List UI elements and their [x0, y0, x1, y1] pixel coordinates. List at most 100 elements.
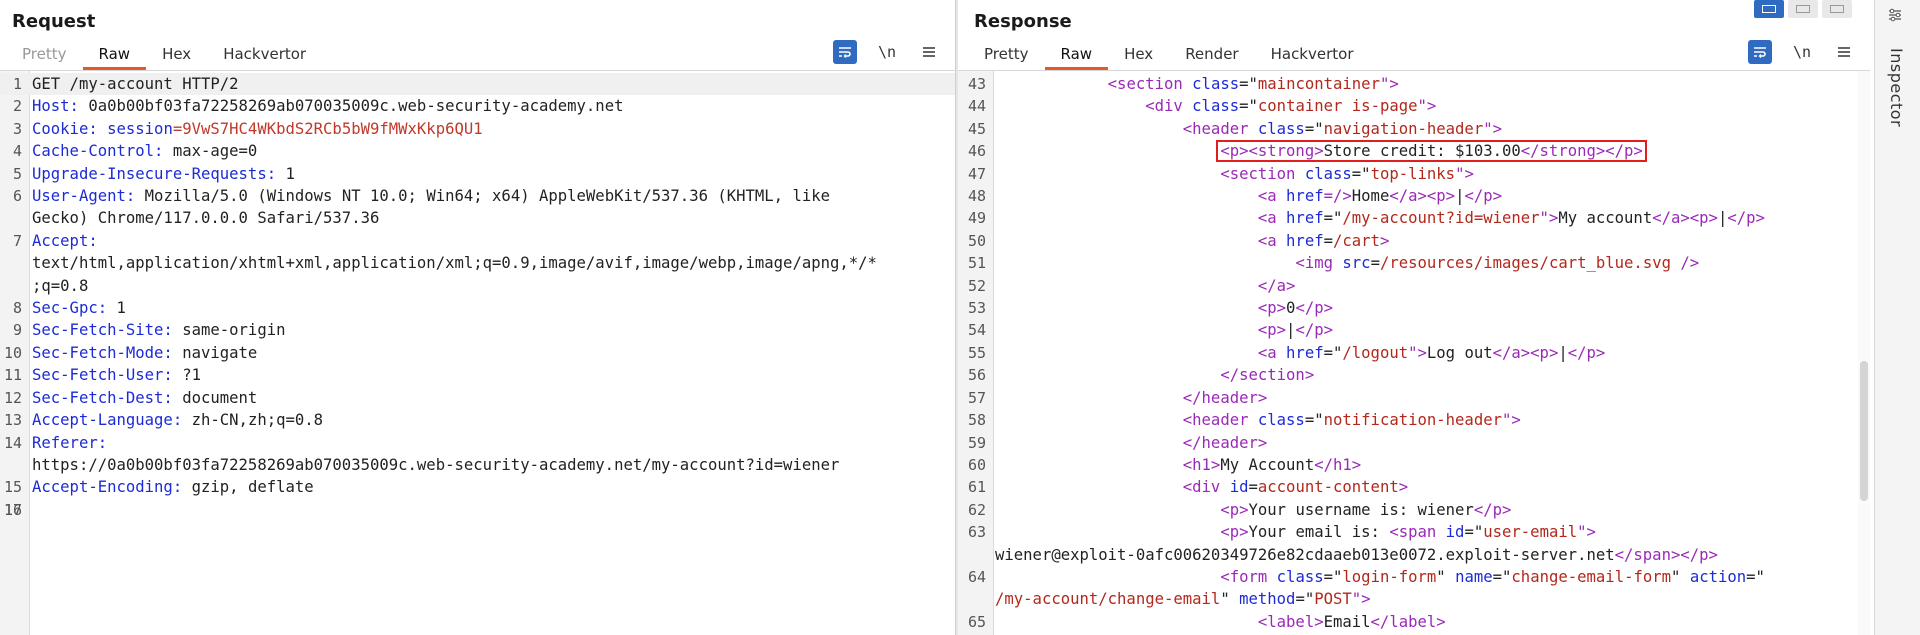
code-token: </p>	[1727, 209, 1765, 228]
line-number: 10	[3, 343, 22, 362]
code-token: class	[1276, 567, 1324, 586]
sliders-icon[interactable]	[1887, 8, 1903, 26]
tab-hackvertor[interactable]: Hackvertor	[207, 40, 322, 70]
code-line[interactable]: 51 <img src=/resources/images/cart_blue.…	[958, 252, 1870, 274]
response-editor[interactable]: 43 <section class="maincontainer"> 44 <di…	[958, 70, 1870, 635]
wrap-icon[interactable]	[833, 40, 857, 64]
single-pane-icon[interactable]	[1822, 0, 1852, 18]
code-line[interactable]: 8 Sec-Gpc: 1	[0, 297, 955, 319]
tab-pretty[interactable]: Pretty	[968, 40, 1045, 70]
split-vertical-icon[interactable]	[1788, 0, 1818, 18]
code-token: <a	[1257, 343, 1287, 362]
wrap-icon[interactable]	[1748, 40, 1772, 64]
split-horizontal-icon[interactable]	[1754, 0, 1784, 18]
code-line[interactable]: 56 </section>	[958, 364, 1870, 386]
code-text: Cookie: session=9VwS7HC4WKbdS2RCb5bW9fMW…	[0, 118, 955, 140]
code-token: container is-page	[1257, 97, 1418, 116]
code-line[interactable]: https://0a0b00bf03fa72258269ab070035009c…	[0, 454, 955, 476]
code-token: Your email is:	[1248, 523, 1390, 542]
code-token: change-email-form	[1511, 567, 1672, 586]
newline-icon[interactable]: \n	[875, 40, 899, 64]
tab-render[interactable]: Render	[1169, 40, 1254, 70]
code-line[interactable]: wiener@exploit-0afc00620349726e82cdaaeb0…	[958, 544, 1870, 566]
code-line[interactable]: 47 <section class="top-links">	[958, 163, 1870, 185]
code-line[interactable]: 50 <a href=/cart>	[958, 230, 1870, 252]
tab-pretty[interactable]: Pretty	[6, 40, 83, 70]
code-line[interactable]: text/html,application/xhtml+xml,applicat…	[0, 252, 955, 274]
code-token: User-Agent:	[32, 187, 145, 206]
code-line[interactable]: 2 Host: 0a0b00bf03fa72258269ab070035009c.…	[0, 95, 955, 117]
code-line[interactable]: 57 </header>	[958, 387, 1870, 409]
menu-icon[interactable]	[917, 40, 941, 64]
code-token: |	[1558, 343, 1568, 362]
code-line[interactable]: 11 Sec-Fetch-User: ?1	[0, 364, 955, 386]
code-line[interactable]: Gecko) Chrome/117.0.0.0 Safari/537.36	[0, 207, 955, 229]
line-number: 46	[967, 142, 986, 161]
code-token: Cache-Control:	[32, 142, 173, 161]
code-text: Sec-Fetch-Site: same-origin	[0, 319, 955, 341]
code-token: "	[1220, 590, 1240, 609]
code-line[interactable]: 48 <a href=/>Home</a><p>|</p>	[958, 185, 1870, 207]
code-token: <h1>	[1182, 455, 1221, 474]
code-line[interactable]: 54 <p>|</p>	[958, 319, 1870, 341]
code-line[interactable]: 10 Sec-Fetch-Mode: navigate	[0, 342, 955, 364]
code-token: ?1	[182, 366, 201, 385]
code-line[interactable]: 52 </a>	[958, 275, 1870, 297]
code-line[interactable]: 1 GET /my-account HTTP/2	[0, 73, 955, 96]
code-line[interactable]: 65 <label>Email</label>	[958, 611, 1870, 633]
inspector-label[interactable]: Inspector	[1887, 48, 1906, 127]
code-text: https://0a0b00bf03fa72258269ab070035009c…	[0, 454, 955, 476]
code-line[interactable]: 55 <a href="/logout">Log out</a><p>|</p>	[958, 342, 1870, 364]
code-line[interactable]: 13 Accept-Language: zh-CN,zh;q=0.8	[0, 409, 955, 431]
code-text: Host: 0a0b00bf03fa72258269ab070035009c.w…	[0, 95, 955, 117]
code-line[interactable]: 15 Accept-Encoding: gzip, deflate	[0, 476, 955, 498]
scroll-thumb[interactable]	[1860, 361, 1868, 501]
tab-raw[interactable]: Raw	[1044, 40, 1109, 70]
code-token: 1	[285, 164, 295, 183]
code-token: |	[1717, 209, 1728, 228]
code-token: notification-header	[1323, 411, 1502, 430]
code-line[interactable]: 12 Sec-Fetch-Dest: document	[0, 387, 955, 409]
code-line[interactable]: 46 <p><strong>Store credit: $103.00</str…	[958, 140, 1870, 163]
line-number: 45	[967, 119, 986, 138]
newline-icon[interactable]: \n	[1790, 40, 1814, 64]
code-line[interactable]: 5 Upgrade-Insecure-Requests: 1	[0, 163, 955, 185]
code-line[interactable]: 44 <div class="container is-page">	[958, 95, 1870, 117]
code-line[interactable]: 7 Accept:	[0, 230, 955, 252]
code-line[interactable]: 53 <p>0</p>	[958, 297, 1870, 319]
tab-raw[interactable]: Raw	[82, 40, 147, 70]
code-line[interactable]: 64 <form class="login-form" name="change…	[958, 566, 1870, 588]
response-tabs: Pretty Raw Hex Render Hackvertor	[968, 40, 1370, 70]
code-token: <a	[1257, 209, 1287, 228]
code-line[interactable]: 62 <p>Your username is: wiener</p>	[958, 499, 1870, 521]
code-line[interactable]: 60 <h1>My Account</h1>	[958, 454, 1870, 476]
code-token: ">	[1455, 164, 1474, 183]
code-line[interactable]: 58 <header class="notification-header">	[958, 409, 1870, 431]
code-line[interactable]: 63 <p>Your email is: <span id="user-emai…	[958, 521, 1870, 543]
code-line[interactable]: 4 Cache-Control: max-age=0	[0, 140, 955, 162]
code-token: Email	[1323, 612, 1371, 631]
inspector-rail[interactable]: Inspector	[1874, 0, 1920, 635]
code-line[interactable]: 61 <div id=account-content>	[958, 476, 1870, 498]
code-line[interactable]: 45 <header class="navigation-header">	[958, 118, 1870, 140]
code-line[interactable]: 9 Sec-Fetch-Site: same-origin	[0, 319, 955, 341]
code-line[interactable]: ;q=0.8	[0, 275, 955, 297]
code-line[interactable]: 43 <section class="maincontainer">	[958, 73, 1870, 95]
tab-hex[interactable]: Hex	[146, 40, 207, 70]
menu-icon[interactable]	[1832, 40, 1856, 64]
request-editor[interactable]: 1 GET /my-account HTTP/2 2 Host: 0a0b00bf03…	[0, 70, 955, 635]
code-line[interactable]: 49 <a href="/my-account?id=wiener">My ac…	[958, 207, 1870, 229]
code-text: /my-account/change-email" method="POST">	[958, 588, 1870, 610]
code-line[interactable]: 59 </header>	[958, 432, 1870, 454]
code-token: </strong></p>	[1520, 142, 1643, 161]
code-line[interactable]: /my-account/change-email" method="POST">	[958, 588, 1870, 610]
tab-hackvertor[interactable]: Hackvertor	[1255, 40, 1370, 70]
code-line[interactable]: 6 User-Agent: Mozilla/5.0 (Windows NT 10.…	[0, 185, 955, 207]
code-line[interactable]: 14 Referer:	[0, 432, 955, 454]
code-line[interactable]: 3 Cookie: session=9VwS7HC4WKbdS2RCb5bW9fM…	[0, 118, 955, 140]
code-token: <header	[1182, 411, 1258, 430]
line-number: 14	[3, 433, 22, 452]
vertical-scrollbar[interactable]	[1858, 71, 1870, 635]
line-number: 13	[3, 411, 22, 430]
tab-hex[interactable]: Hex	[1108, 40, 1169, 70]
